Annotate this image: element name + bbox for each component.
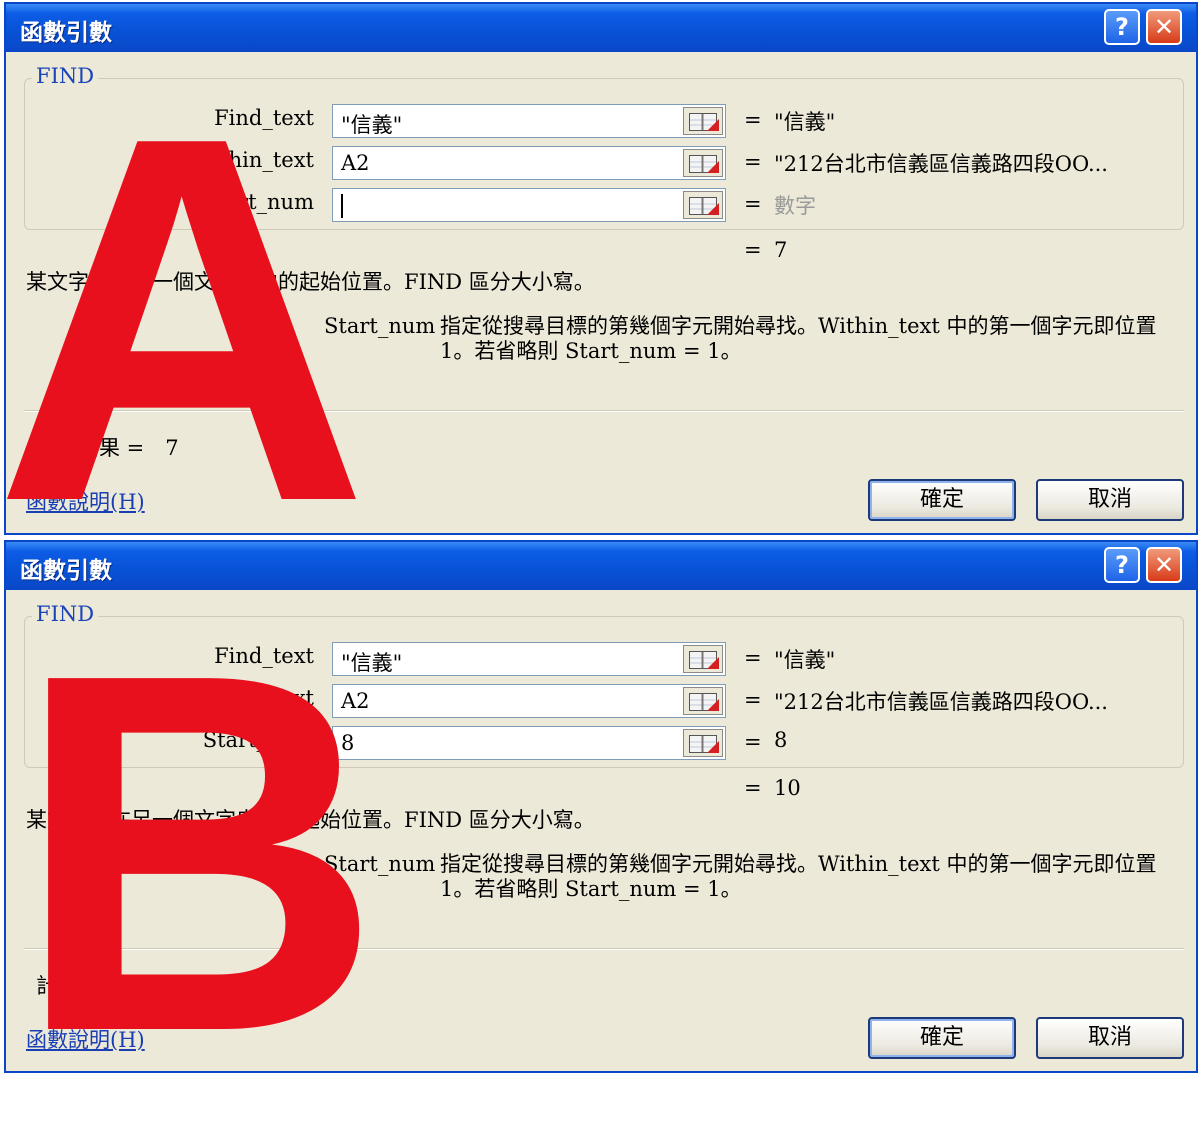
arrow-icon [707, 741, 719, 753]
collapse-dialog-button[interactable] [683, 729, 723, 757]
formula-result-equals: = [744, 238, 762, 262]
collapse-dialog-button[interactable] [683, 645, 723, 673]
equals-sign: = [744, 108, 762, 132]
function-description: 某文字串在另一個文字串中的起始位置。FIND 區分大小寫。 [26, 270, 595, 294]
calculation-result: 計 [36, 974, 57, 998]
arg-result-find-text: "信義" [774, 648, 836, 672]
within-text-input[interactable]: A2 [332, 684, 726, 718]
function-description: 某文字串在另一個文字串中的起始位置。FIND 區分大小寫。 [26, 808, 595, 832]
separator [24, 410, 1184, 412]
collapse-dialog-button[interactable] [683, 149, 723, 177]
arg-description-text: 指定從搜尋目標的第幾個字元開始尋找。Within_text 中的第一個字元即位置… [440, 314, 1157, 363]
function-help-link[interactable]: 函數說明(H) [26, 1024, 145, 1054]
close-icon[interactable]: ✕ [1146, 547, 1182, 583]
arrow-icon [707, 203, 719, 215]
close-icon[interactable]: ✕ [1146, 9, 1182, 45]
start-num-input[interactable] [332, 188, 726, 222]
ok-button[interactable]: 確定 [868, 1017, 1016, 1059]
arg-result-within-text: "212台北市信義區信義路四段OO... [774, 690, 1108, 714]
cancel-button[interactable]: 取消 [1036, 479, 1184, 521]
function-name: FIND [32, 64, 99, 88]
arg-label-find-text: Find_text [214, 644, 314, 668]
equals-sign: = [744, 730, 762, 754]
calculation-result: 計算結果 = 7 [36, 436, 179, 460]
collapse-dialog-button[interactable] [683, 687, 723, 715]
arrow-icon [707, 699, 719, 711]
collapse-dialog-button[interactable] [683, 191, 723, 219]
formula-result-value: 10 [774, 776, 801, 800]
arg-description-name: Start_num [324, 314, 436, 338]
equals-sign: = [744, 646, 762, 670]
arg-label-start-num: Start_num [202, 728, 314, 752]
help-question-icon[interactable]: ? [1104, 9, 1140, 45]
arrow-icon [707, 161, 719, 173]
arg-label-within-text: Within_text [192, 148, 314, 172]
arg-label-start-num: Start_num [202, 190, 314, 214]
function-arguments-dialog-b: 函數引數 ? ✕ FIND Find_text "信義" = "信義" With… [4, 540, 1198, 1073]
find-text-value: "信義" [341, 113, 403, 137]
equals-sign: = [744, 150, 762, 174]
within-text-value: A2 [341, 689, 370, 713]
function-name: FIND [32, 602, 99, 626]
within-text-value: A2 [341, 151, 370, 175]
start-num-input[interactable]: 8 [332, 726, 726, 760]
formula-result-equals: = [744, 776, 762, 800]
arg-result-start-num: 8 [774, 728, 788, 752]
title-bar[interactable]: 函數引數 ? ✕ [6, 542, 1196, 590]
function-arguments-dialog-a: 函數引數 ? ✕ FIND Find_text "信義" = "信義" With… [4, 2, 1198, 535]
arg-description-text: 指定從搜尋目標的第幾個字元開始尋找。Within_text 中的第一個字元即位置… [440, 852, 1157, 901]
help-question-icon[interactable]: ? [1104, 547, 1140, 583]
start-num-value: 8 [341, 731, 355, 755]
formula-result-value: 7 [774, 238, 788, 262]
dialog-title: 函數引數 [20, 20, 112, 46]
arg-result-start-num: 數字 [774, 194, 816, 218]
arrow-icon [707, 119, 719, 131]
equals-sign: = [744, 192, 762, 216]
separator [24, 948, 1184, 950]
within-text-input[interactable]: A2 [332, 146, 726, 180]
ok-button[interactable]: 確定 [868, 479, 1016, 521]
find-text-input[interactable]: "信義" [332, 104, 726, 138]
dialog-title: 函數引數 [20, 558, 112, 584]
cancel-button[interactable]: 取消 [1036, 1017, 1184, 1059]
function-help-link[interactable]: 函數說明(H) [26, 486, 145, 516]
arg-label-find-text: Find_text [214, 106, 314, 130]
arg-description-name: Start_num [324, 852, 436, 876]
arg-result-within-text: "212台北市信義區信義路四段OO... [774, 152, 1108, 176]
find-text-value: "信義" [341, 651, 403, 675]
arrow-icon [707, 657, 719, 669]
text-caret [341, 194, 343, 218]
arg-result-find-text: "信義" [774, 110, 836, 134]
title-bar[interactable]: 函數引數 ? ✕ [6, 4, 1196, 52]
collapse-dialog-button[interactable] [683, 107, 723, 135]
arg-label-within-text: Within_text [192, 686, 314, 710]
find-text-input[interactable]: "信義" [332, 642, 726, 676]
equals-sign: = [744, 688, 762, 712]
